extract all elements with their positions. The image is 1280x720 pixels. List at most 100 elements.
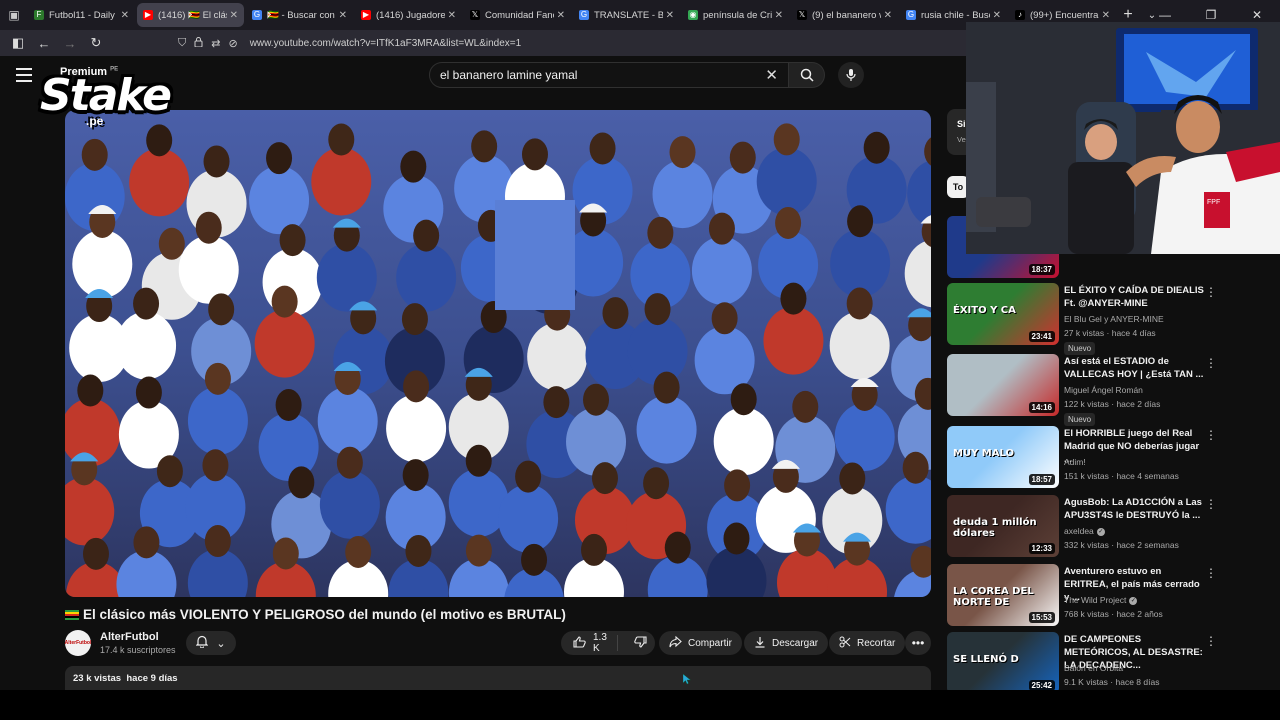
search-input[interactable]: el bananero lamine yamal ✕ (429, 62, 789, 88)
recommended-channel[interactable]: The Wild Project ✓ (1064, 595, 1138, 605)
back-button[interactable]: ← (32, 32, 56, 54)
video-thumbnail[interactable]: MUY MALO 18:57 (947, 426, 1059, 488)
close-tab-icon[interactable]: ✕ (884, 10, 892, 21)
close-tab-icon[interactable]: ✕ (230, 10, 238, 21)
crowd-person-body (627, 317, 688, 386)
video-player[interactable] (65, 110, 931, 597)
more-vertical-icon[interactable]: ⋮ (1205, 634, 1217, 648)
more-vertical-icon[interactable]: ⋮ (1205, 285, 1217, 299)
voice-search-button[interactable] (838, 62, 864, 88)
tab-label: (99+) Encuentra 'ba (1030, 9, 1099, 21)
close-tab-icon[interactable]: ✕ (1102, 10, 1110, 21)
browser-tab[interactable]: ▶ (1416) Jugadores q ✕ (355, 3, 462, 27)
recommended-video[interactable]: LA COREA DEL NORTE DE 15:53 Aventurero est… (947, 564, 1217, 626)
menu-icon[interactable] (16, 68, 32, 82)
close-tab-icon[interactable]: ✕ (775, 10, 783, 21)
clear-search-icon[interactable]: ✕ (765, 66, 778, 84)
streamer-webcam-overlay: FPF (966, 22, 1280, 254)
channel-name[interactable]: AlterFutbol (100, 631, 159, 643)
browser-tab[interactable]: 𝕏 Comunidad Fanodr ✕ (464, 3, 571, 27)
tab-overview-icon[interactable]: ▣ (0, 0, 28, 30)
crowd-person-head (158, 227, 185, 260)
browser-tab[interactable]: G 🇿🇼 - Buscar con Goo ✕ (246, 3, 353, 27)
webcam-scene: FPF (966, 22, 1280, 254)
notifications-button[interactable]: ⌄ (186, 631, 236, 655)
tab-favicon-icon: 𝕏 (470, 10, 480, 20)
search-button[interactable] (789, 62, 825, 88)
forward-button[interactable]: → (58, 32, 82, 54)
video-thumbnail[interactable]: LA COREA DEL NORTE DE 15:53 (947, 564, 1059, 626)
video-thumbnail[interactable]: ÉXITO Y CA 23:41 (947, 283, 1059, 345)
more-vertical-icon[interactable]: ⋮ (1205, 356, 1217, 370)
browser-tab[interactable]: F Futbol11 - Daily Fo ✕ (28, 3, 135, 27)
recommended-title[interactable]: AgusBob: La AD1CCIÓN a Las APU3ST4S le D… (1064, 496, 1204, 522)
recommended-channel[interactable]: Balón en Órbita (1064, 663, 1123, 673)
share-button[interactable]: Compartir (659, 631, 742, 655)
clip-button[interactable]: Recortar (829, 631, 906, 655)
crowd-person-body (636, 395, 697, 464)
close-tab-icon[interactable]: ✕ (121, 10, 129, 21)
crowd-person-body (72, 229, 133, 298)
stake-logo-text: Stake (40, 70, 172, 121)
reload-button[interactable]: ↻ (84, 32, 108, 54)
close-tab-icon[interactable]: ✕ (666, 10, 674, 21)
tab-label: (9) el bananero wa (812, 9, 881, 21)
url-text[interactable]: www.youtube.com/watch?v=ITfK1aF3MRA&list… (250, 38, 522, 49)
crowd-person-head (82, 537, 109, 570)
recommended-title[interactable]: EL ÉXITO Y CAÍDA DE DIEALIS Ft. @ANYER-M… (1064, 284, 1204, 310)
channel-avatar[interactable]: AlterFutbol (65, 630, 91, 656)
crowd-person-head (847, 205, 874, 238)
recommended-video[interactable]: 14:16 Así está el ESTADIO de VALLECAS HOY… (947, 354, 1217, 426)
more-actions-button[interactable]: ••• (905, 631, 931, 655)
scissors-icon (839, 636, 851, 651)
video-thumbnail[interactable]: SE LLENÓ D 25:42 (947, 632, 1059, 694)
recommended-channel[interactable]: Adim! (1064, 457, 1086, 467)
dislike-button[interactable] (624, 635, 657, 651)
more-vertical-icon[interactable]: ⋮ (1205, 566, 1217, 580)
address-bar[interactable]: ⛉ ⇄ ⊘ www.youtube.com/watch?v=ITfK1aF3MR… (178, 33, 521, 53)
crowd-person-head (204, 525, 231, 558)
video-duration: 14:16 (1028, 402, 1055, 413)
description-box[interactable]: 23 k vistas hace 9 días (65, 666, 931, 690)
tab-favicon-icon: ♪ (1015, 10, 1025, 20)
close-tab-icon[interactable]: ✕ (448, 10, 456, 21)
recommended-title[interactable]: Así está el ESTADIO de VALLECAS HOY | ¿E… (1064, 355, 1204, 381)
recommended-views: 151 k vistas (1064, 471, 1109, 481)
video-title-text: El clásico más VIOLENTO Y PELIGROSO del … (83, 607, 566, 622)
view-count: 23 k vistas (73, 673, 122, 684)
like-button[interactable]: 1.3 K (561, 632, 618, 654)
recommended-channel[interactable]: El Blu Gel y ANYER-MINE (1064, 314, 1164, 324)
download-button[interactable]: Descargar (744, 631, 829, 655)
permissions-icon[interactable]: ⇄ (211, 37, 220, 50)
close-tab-icon[interactable]: ✕ (339, 10, 347, 21)
crowd-person-head (723, 522, 750, 555)
shield-icon[interactable]: ⛉ (178, 37, 186, 50)
recommended-video[interactable]: SE LLENÓ D 25:42 DE CAMPEONES METEÓRICOS, … (947, 632, 1217, 694)
browser-tab[interactable]: ◉ península de Crime ✕ (682, 3, 789, 27)
crowd-person-body (187, 386, 248, 455)
video-thumbnail[interactable]: 14:16 (947, 354, 1059, 416)
crowd-person-head (401, 303, 428, 336)
video-thumbnail[interactable]: deuda 1 millón dólares 12:33 (947, 495, 1059, 557)
close-tab-icon[interactable]: ✕ (993, 10, 1001, 21)
camera-blocked-icon[interactable]: ⊘ (228, 37, 237, 50)
close-tab-icon[interactable]: ✕ (557, 10, 565, 21)
recommended-video[interactable]: ÉXITO Y CA 23:41 EL ÉXITO Y CAÍDA DE DIEAL… (947, 283, 1217, 355)
browser-tab[interactable]: G TRANSLATE - Busca ✕ (573, 3, 680, 27)
recommended-video[interactable]: deuda 1 millón dólares 12:33 AgusBob: La A… (947, 495, 1217, 557)
browser-tab[interactable]: 𝕏 (9) el bananero wa ✕ (791, 3, 898, 27)
more-vertical-icon[interactable]: ⋮ (1205, 428, 1217, 442)
crowd-person-head (729, 141, 756, 174)
crowd-person-head (711, 302, 738, 335)
recommended-channel[interactable]: Miguel Ángel Román (1064, 385, 1143, 395)
lock-icon[interactable] (194, 36, 203, 50)
sidebar-toggle-icon[interactable]: ◧ (6, 32, 30, 54)
crowd-person-head (202, 449, 229, 482)
crowd-person-body (763, 306, 824, 375)
browser-tab[interactable]: ▶ (1416) 🇿🇼 El clásico ✕ (137, 3, 244, 27)
more-vertical-icon[interactable]: ⋮ (1205, 497, 1217, 511)
recommended-channel[interactable]: axeldea ✓ (1064, 526, 1105, 536)
crowd-person-head (272, 537, 299, 570)
recommended-video[interactable]: MUY MALO 18:57 El HORRIBLE juego del Real … (947, 426, 1217, 488)
crowd-person-head (515, 460, 542, 493)
